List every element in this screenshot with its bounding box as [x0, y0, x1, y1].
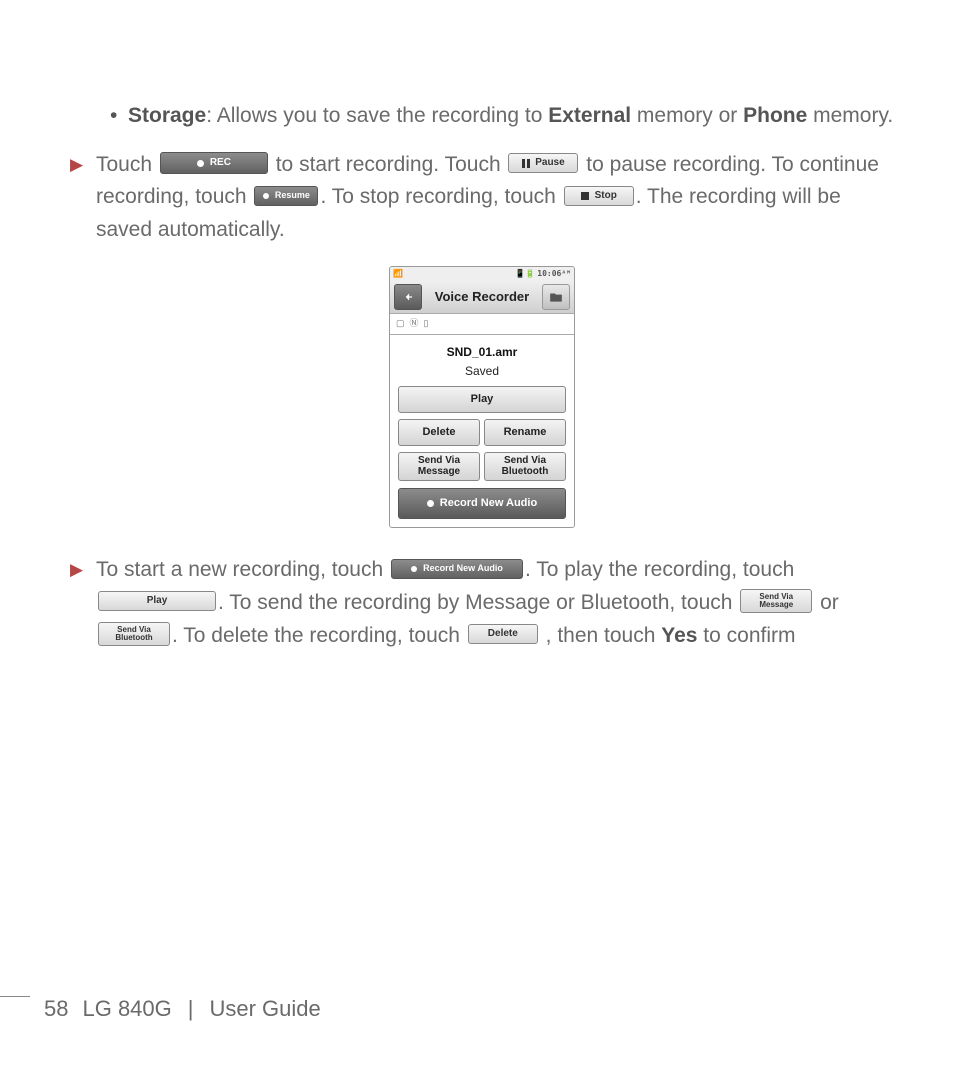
send-via-message-button: Send ViaMessage — [740, 589, 812, 613]
phone-frame: 📶 📱🔋 10:06ᴬᴹ Voice Recorder ▢ Ⓝ ▯ SND_01… — [389, 266, 575, 528]
resume-button: Resume — [254, 186, 318, 206]
pause-icon — [522, 159, 530, 168]
resume-dot-icon — [263, 193, 269, 199]
page-number: 58 — [44, 992, 68, 1026]
play-button: Play — [98, 591, 216, 611]
status-right: 📱🔋 10:06ᴬᴹ — [515, 268, 571, 280]
record-new-audio-button: Record New Audio — [391, 559, 523, 579]
phone-delete-button: Delete — [398, 419, 480, 446]
phone-body: SND_01.amr Saved Play Delete Rename Send… — [390, 335, 574, 527]
quality-icon: ▢ — [396, 317, 405, 331]
step-new-recording: ▶ To start a new recording, touch Record… — [70, 554, 894, 652]
back-button — [394, 284, 422, 310]
menu-button — [542, 284, 570, 310]
phone-play-button: Play — [398, 386, 566, 413]
step-new-recording-text: To start a new recording, touch Record N… — [96, 554, 894, 652]
pointer-icon: ▶ — [70, 557, 96, 652]
step-recording: ▶ Touch REC to start recording. Touch Pa… — [70, 149, 894, 247]
phone-rename-button: Rename — [484, 419, 566, 446]
stop-button: Stop — [564, 186, 634, 206]
rec-button: REC — [160, 152, 268, 174]
signal-icon: 📶 — [393, 268, 403, 280]
delete-button: Delete — [468, 624, 538, 644]
footer-separator: | — [188, 992, 194, 1026]
send-via-bluetooth-button: Send ViaBluetooth — [98, 622, 170, 646]
phone-title: Voice Recorder — [428, 287, 536, 307]
footer-title: LG 840G — [82, 992, 171, 1026]
storage-label: Storage — [128, 104, 206, 127]
phone-send-bluetooth-button: Send ViaBluetooth — [484, 452, 566, 481]
record-dot-icon — [197, 160, 204, 167]
storage-icon: ▯ — [424, 317, 429, 331]
pointer-icon: ▶ — [70, 152, 96, 247]
bullet-storage: • Storage: Allows you to save the record… — [110, 100, 894, 133]
phone-screenshot: 📶 📱🔋 10:06ᴬᴹ Voice Recorder ▢ Ⓝ ▯ SND_01… — [70, 266, 894, 528]
page-footer: 58 LG 840G | User Guide — [0, 992, 321, 1026]
phone-send-message-button: Send ViaMessage — [398, 452, 480, 481]
yes-label: Yes — [661, 624, 697, 647]
footer-label: User Guide — [209, 992, 320, 1026]
storage-text: Storage: Allows you to save the recordin… — [128, 100, 894, 133]
folder-icon — [549, 291, 563, 303]
phone-titlebar: Voice Recorder — [390, 281, 574, 314]
n-icon: Ⓝ — [410, 317, 419, 331]
record-dot-icon — [427, 500, 434, 507]
footer-rule — [0, 996, 30, 997]
bullet-icon: • — [110, 100, 128, 133]
status-time: 10:06ᴬᴹ — [537, 269, 571, 278]
saved-label: Saved — [396, 362, 568, 381]
record-dot-icon — [411, 566, 417, 572]
pause-button: Pause — [508, 153, 578, 173]
back-arrow-icon — [401, 290, 415, 304]
phone-icon-row: ▢ Ⓝ ▯ — [390, 314, 574, 335]
phone-status-bar: 📶 📱🔋 10:06ᴬᴹ — [390, 267, 574, 281]
step-recording-text: Touch REC to start recording. Touch Paus… — [96, 149, 894, 247]
external-label: External — [548, 104, 631, 127]
stop-icon — [581, 192, 589, 200]
phone-record-new-button: Record New Audio — [398, 488, 566, 519]
phone-label: Phone — [743, 104, 807, 127]
filename-label: SND_01.amr — [396, 343, 568, 362]
